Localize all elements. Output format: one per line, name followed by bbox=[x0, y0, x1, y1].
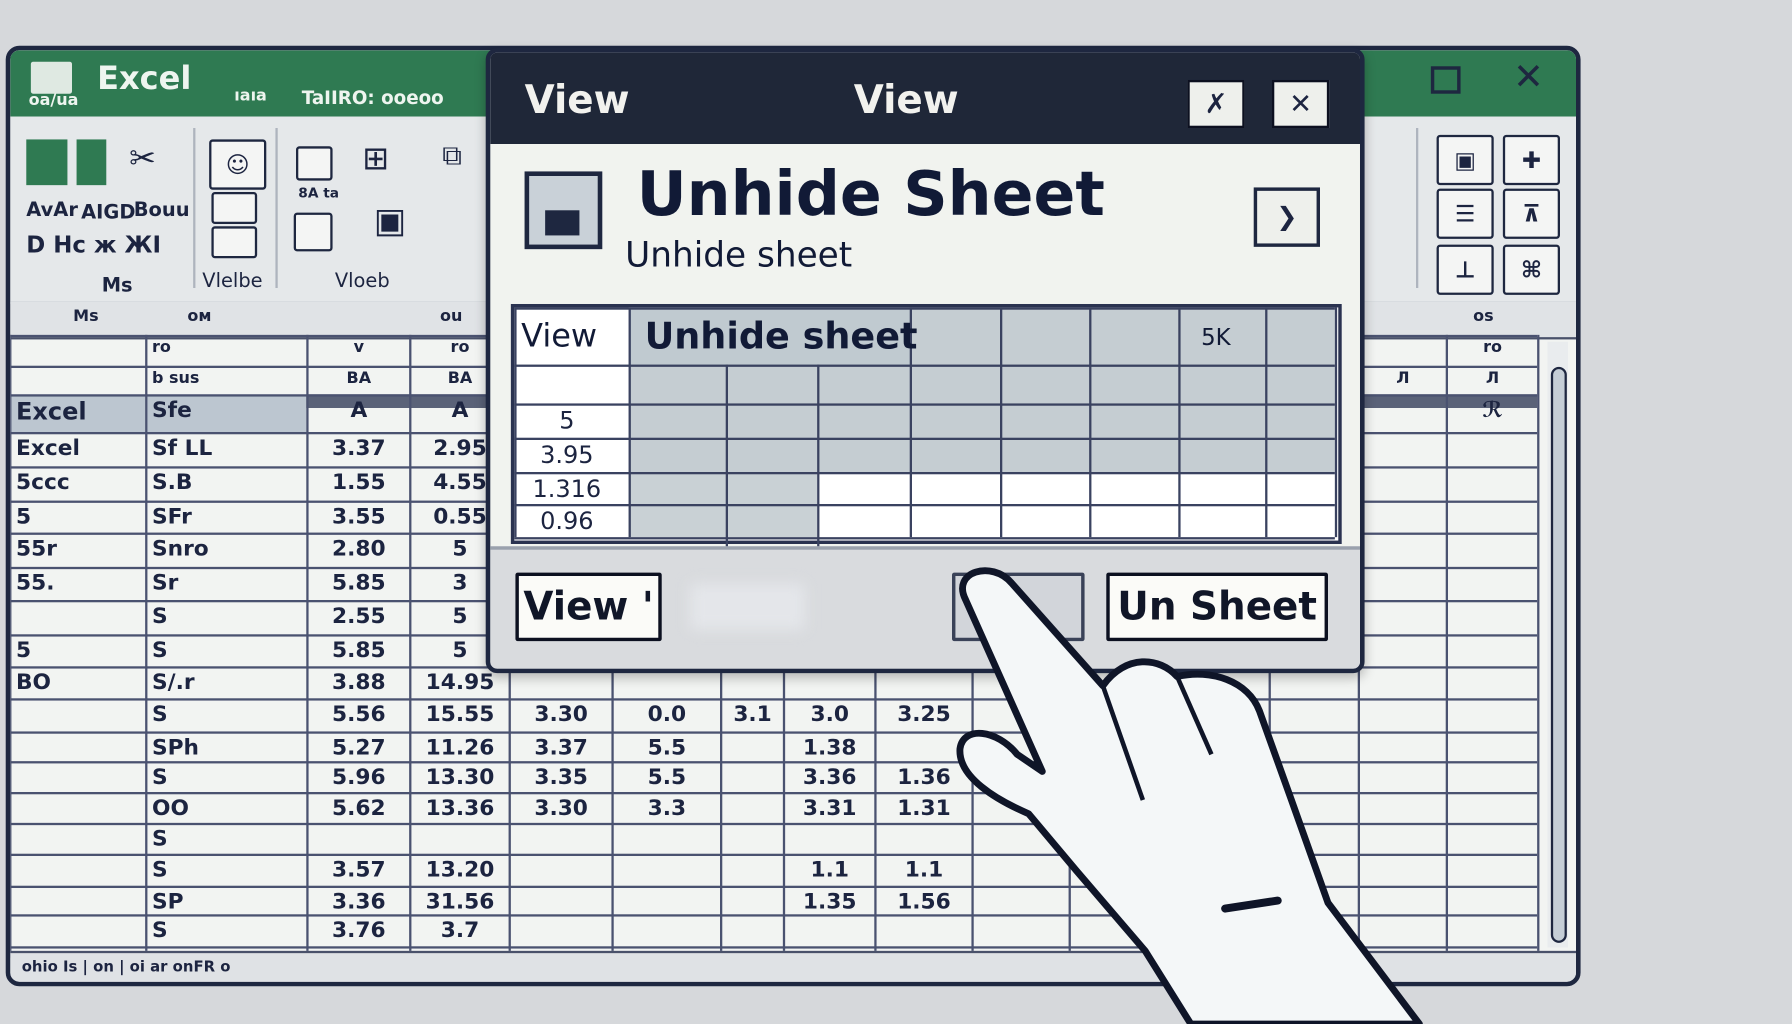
pointing-hand-icon bbox=[956, 567, 1423, 1024]
